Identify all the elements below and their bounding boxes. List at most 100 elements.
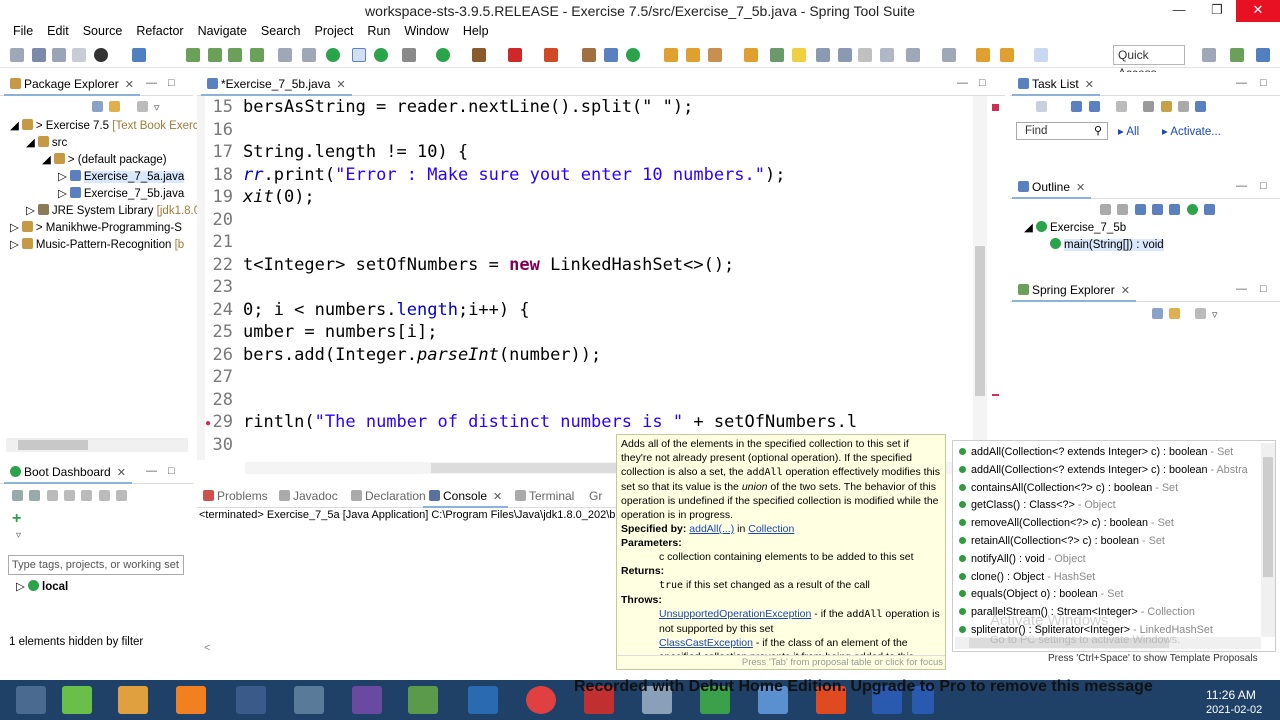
spring3-icon[interactable]	[228, 48, 242, 62]
tree-item-manikhwe[interactable]: ▷ > Manikhwe-Programming-S	[10, 220, 200, 237]
proposal-item[interactable]: addAll(Collection<? extends Integer> c) …	[959, 443, 1233, 461]
bluej-icon[interactable]	[468, 686, 498, 714]
maximize-icon[interactable]: □	[168, 72, 175, 94]
proposal-item[interactable]: clone() : Object - HashSet	[959, 568, 1095, 586]
code-line[interactable]: 27	[197, 366, 973, 388]
media-player-icon[interactable]	[118, 686, 148, 714]
proposal-item[interactable]: retainAll(Collection<?> c) : boolean - S…	[959, 532, 1165, 550]
back-icon[interactable]	[976, 48, 990, 62]
new-java-icon[interactable]	[326, 48, 340, 62]
debug-icon[interactable]	[402, 48, 416, 62]
editor-vscrollbar[interactable]	[973, 96, 987, 460]
search-icon[interactable]	[708, 48, 722, 62]
outline-method[interactable]: main(String[]) : void	[1024, 237, 1164, 254]
start-icon[interactable]	[12, 490, 23, 501]
proposal-item[interactable]: containsAll(Collection<?> c) : boolean -…	[959, 479, 1178, 497]
clock-date[interactable]: 2021-02-02	[1206, 704, 1262, 716]
next-annotation-icon[interactable]	[906, 48, 920, 62]
run-coverage-icon[interactable]	[472, 48, 486, 62]
minimize-icon[interactable]: —	[1236, 72, 1247, 94]
menu-project[interactable]: Project	[308, 22, 361, 42]
error-marker-icon[interactable]	[992, 104, 999, 111]
highlight-icon[interactable]	[792, 48, 806, 62]
collapse-all-icon[interactable]	[1152, 308, 1163, 319]
menu-run[interactable]: Run	[360, 22, 397, 42]
code-line[interactable]: 21	[197, 231, 973, 253]
tab-problems[interactable]: Problems	[197, 484, 274, 508]
code-line[interactable]: 28	[197, 389, 973, 411]
annotation-icon[interactable]	[880, 48, 894, 62]
proposal-item[interactable]: equals(Object o) : boolean - Set	[959, 585, 1123, 603]
nch-logo-icon[interactable]	[16, 686, 46, 714]
link-icon[interactable]	[1204, 204, 1216, 215]
maximize-icon[interactable]: □	[1260, 278, 1267, 300]
mark-icon[interactable]	[302, 48, 316, 62]
tree-item-src[interactable]: ◢ src	[10, 135, 200, 152]
minimize-icon[interactable]: —	[1236, 278, 1247, 300]
sort-icon[interactable]	[1100, 204, 1111, 215]
clock-time[interactable]: 11:26 AM	[1206, 688, 1256, 702]
forward2-icon[interactable]	[1034, 48, 1048, 62]
tree-item-exercise[interactable]: ◢ > Exercise 7.5 [Text Book Exerc	[10, 118, 200, 135]
save-all-icon[interactable]	[52, 48, 66, 62]
prev-annotation-icon[interactable]	[942, 48, 956, 62]
open-console-icon[interactable]	[81, 490, 93, 501]
minimize-icon[interactable]: —	[957, 72, 968, 94]
code-line[interactable]: 20	[197, 209, 973, 231]
minimize-icon[interactable]: —	[1160, 0, 1198, 22]
add-icon[interactable]: +	[12, 510, 21, 528]
unsupported-op-link[interactable]: UnsupportedOperationException	[659, 608, 811, 620]
table-icon[interactable]	[116, 490, 128, 501]
sts-icon[interactable]	[236, 686, 266, 714]
code-line[interactable]: 25 umber = numbers[i];	[197, 321, 973, 343]
maximize-icon[interactable]: □	[1260, 175, 1267, 197]
scrollbar-thumb[interactable]	[18, 440, 88, 450]
boot-filter-input[interactable]: Type tags, projects, or working set	[8, 555, 184, 575]
console-icon[interactable]	[132, 48, 146, 62]
code-line[interactable]: 24 0; i < numbers.length;i++) {	[197, 299, 973, 321]
proposal-item[interactable]: getClass() : Class<?> - Object	[959, 496, 1116, 514]
code-line[interactable]: 18 rr.print("Error : Make sure yout enter…	[197, 164, 973, 186]
close-icon[interactable]: ✕	[1121, 285, 1130, 297]
config-icon[interactable]	[98, 490, 110, 501]
hide-nonpublic-icon[interactable]	[1169, 204, 1181, 215]
new-task-icon[interactable]	[1036, 101, 1047, 112]
new-interface-icon[interactable]	[626, 48, 640, 62]
hide-local-icon[interactable]	[1186, 204, 1198, 215]
close-icon[interactable]: ✕	[125, 79, 134, 91]
categorize-icon[interactable]	[1071, 101, 1083, 112]
pilcrow-icon[interactable]	[858, 48, 872, 62]
spring4-icon[interactable]	[250, 48, 264, 62]
console-scroll-left-icon[interactable]: <	[204, 642, 210, 654]
new-icon[interactable]	[10, 48, 24, 62]
menu-window[interactable]: Window	[397, 22, 455, 42]
collapse-icon[interactable]	[1178, 101, 1190, 112]
tab-boot-dashboard[interactable]: Boot Dashboard ✕	[4, 460, 132, 484]
spring-perspective-icon[interactable]	[1230, 48, 1244, 62]
block-icon[interactable]	[816, 48, 830, 62]
minimize-icon[interactable]: —	[1236, 175, 1247, 197]
tab-package-explorer[interactable]: Package Explorer ✕	[4, 72, 140, 96]
spec-collection-link[interactable]: Collection	[748, 523, 794, 535]
spec-addall-link[interactable]: addAll(...)	[689, 523, 734, 535]
forward-icon[interactable]	[1000, 48, 1014, 62]
open-task-icon[interactable]	[686, 48, 700, 62]
close-icon[interactable]: ✕	[117, 467, 126, 479]
outline-class[interactable]: ◢ Exercise_7_5b	[1024, 220, 1164, 237]
task-all-link[interactable]: ▸ All	[1118, 124, 1139, 138]
maximize-icon[interactable]: □	[168, 460, 175, 482]
vlc-icon[interactable]	[176, 686, 206, 714]
run-icon[interactable]	[436, 48, 450, 62]
filter-icon[interactable]	[1116, 101, 1128, 112]
tab-exercise-7-5b[interactable]: *Exercise_7_5b.java ✕	[201, 72, 352, 96]
close-icon[interactable]: ✕	[336, 79, 345, 91]
quick-access-input[interactable]: Quick Access	[1113, 45, 1185, 80]
proposal-item[interactable]: removeAll(Collection<?> c) : boolean - S…	[959, 514, 1174, 532]
link-editor-icon[interactable]	[1169, 308, 1181, 319]
view-menu-icon[interactable]: ▿	[1212, 309, 1218, 321]
open-type-icon[interactable]	[664, 48, 678, 62]
maximize-icon[interactable]: □	[1260, 72, 1267, 94]
maximize-icon[interactable]: □	[979, 72, 986, 94]
save-icon[interactable]	[32, 48, 46, 62]
code-line[interactable]: 29 rintln("The number of distinct numbers…	[197, 411, 973, 433]
